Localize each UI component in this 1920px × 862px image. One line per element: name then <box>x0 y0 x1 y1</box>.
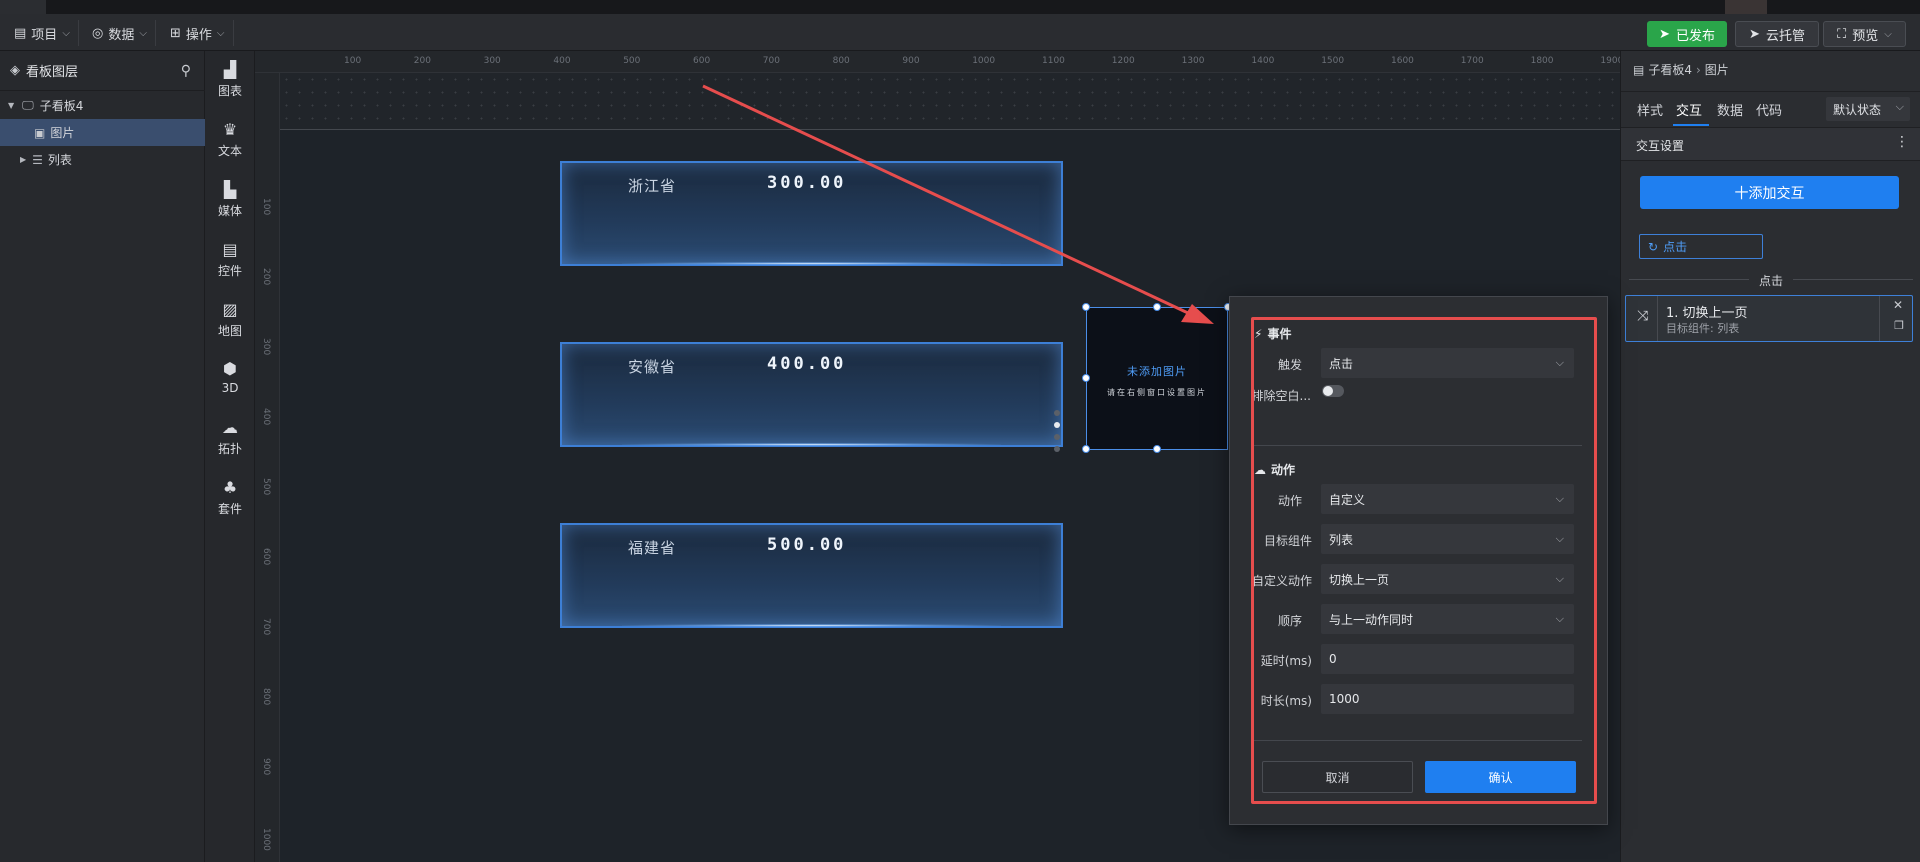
breadcrumb: ▤ 子看板4 › 图片 <box>1633 61 1729 78</box>
chevron-down-icon: ⌵ <box>1895 100 1904 113</box>
divider-line <box>1629 279 1749 280</box>
click-icon: ↻ <box>1648 239 1659 254</box>
add-interaction-button[interactable]: 十添加交互 <box>1640 176 1899 209</box>
action-item-subtitle: 目标组件: 列表 <box>1666 322 1740 335</box>
close-icon[interactable]: ✕ <box>1893 298 1903 312</box>
section-title: 交互设置 <box>1636 139 1685 153</box>
tab-code[interactable]: 代码 <box>1756 100 1782 119</box>
annotation-highlight-box <box>1251 317 1597 804</box>
tab-style[interactable]: 样式 <box>1637 100 1663 119</box>
divider-label: 点击 <box>1758 274 1783 288</box>
breadcrumb-parent[interactable]: 子看板4 <box>1648 61 1692 78</box>
divider <box>1657 296 1658 341</box>
state-select[interactable]: 默认状态 ⌵ <box>1826 97 1910 121</box>
board-icon: ▤ <box>1633 62 1645 77</box>
tab-data[interactable]: 数据 <box>1717 100 1743 119</box>
breadcrumb-current: 图片 <box>1704 63 1729 77</box>
event-chip[interactable]: ↻ 点击 <box>1639 234 1763 259</box>
section-header: 交互设置 ⋮ <box>1621 127 1920 161</box>
tab-interaction[interactable]: 交互 <box>1676 100 1702 119</box>
action-item-title: 1. 切换上一页 <box>1666 306 1748 321</box>
action-item[interactable]: ⤨ 1. 切换上一页 目标组件: 列表 ✕ ❐ <box>1625 295 1913 342</box>
divider <box>1879 296 1880 341</box>
chevron-right-icon: › <box>1695 62 1701 77</box>
state-select-value: 默认状态 <box>1833 102 1882 117</box>
shuffle-icon: ⤨ <box>1637 308 1649 324</box>
property-panel: ▤ 子看板4 › 图片 样式 交互 数据 代码 默认状态 ⌵ 交互设置 ⋮ 十添… <box>1620 51 1920 862</box>
divider-line <box>1793 279 1913 280</box>
more-icon[interactable]: ⋮ <box>1895 134 1909 150</box>
copy-icon[interactable]: ❐ <box>1894 319 1904 332</box>
add-interaction-label: 十添加交互 <box>1734 185 1805 202</box>
divider <box>1621 91 1920 92</box>
event-chip-label: 点击 <box>1663 240 1688 254</box>
active-tab-indicator <box>1673 124 1709 126</box>
